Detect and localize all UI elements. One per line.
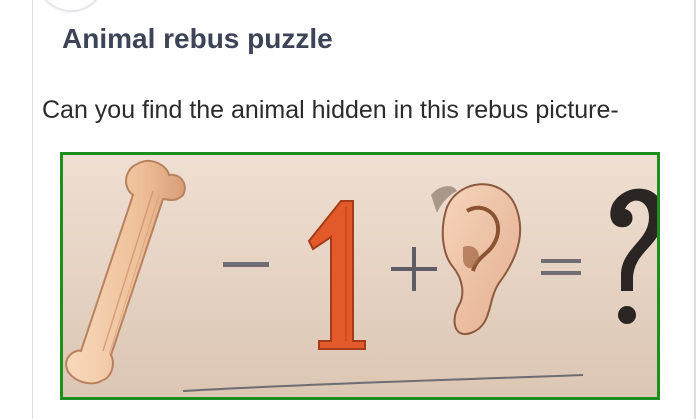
post-question-text: Can you find the animal hidden in this r…	[42, 96, 619, 124]
rebus-image[interactable]	[60, 152, 660, 400]
post-title: Animal rebus puzzle	[62, 23, 333, 54]
minus-icon	[223, 262, 269, 267]
content-left-border	[32, 0, 33, 419]
